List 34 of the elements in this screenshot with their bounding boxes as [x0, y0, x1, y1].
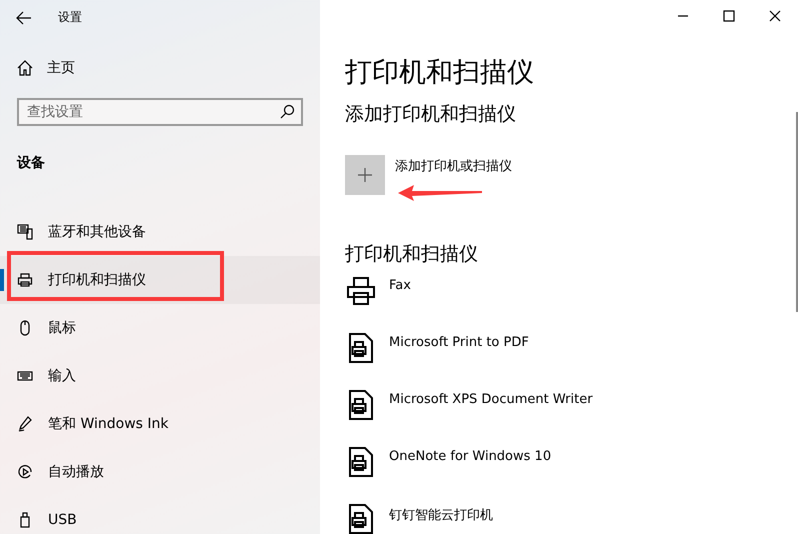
- page-title: 打印机和扫描仪: [345, 56, 535, 90]
- back-button[interactable]: [16, 10, 32, 24]
- printer-icon: [345, 275, 377, 307]
- printer-list-item[interactable]: OneNote for Windows 10: [345, 446, 798, 503]
- printer-list-item[interactable]: Microsoft Print to PDF: [345, 332, 798, 389]
- autoplay-icon: [17, 464, 33, 480]
- home-icon: [17, 60, 33, 76]
- printer-list-item[interactable]: Microsoft XPS Document Writer: [345, 389, 798, 446]
- window-title: 设置: [58, 8, 82, 26]
- home-nav-item[interactable]: 主页: [17, 56, 75, 80]
- search-icon: [279, 104, 295, 120]
- sidebar-item[interactable]: USB: [0, 496, 320, 534]
- scrollbar[interactable]: [796, 112, 798, 312]
- search-field[interactable]: 查找设置: [17, 98, 303, 126]
- selection-indicator: [0, 269, 4, 291]
- section-heading: 设备: [17, 154, 46, 172]
- pen-icon: [17, 416, 33, 432]
- plus-icon: [357, 167, 373, 183]
- close-icon: [769, 10, 781, 22]
- printer-icon: [17, 272, 33, 288]
- maximize-icon: [723, 10, 735, 22]
- add-printer-link[interactable]: 添加打印机或扫描仪: [395, 157, 512, 175]
- sidebar-item[interactable]: 鼠标: [0, 304, 320, 352]
- back-arrow-icon: [16, 10, 32, 26]
- sidebar-item[interactable]: 笔和 Windows Ink: [0, 400, 320, 448]
- printer-list-item[interactable]: Fax: [345, 275, 798, 332]
- sidebar-item[interactable]: 打印机和扫描仪: [0, 256, 320, 304]
- sidebar-item[interactable]: 自动播放: [0, 448, 320, 496]
- sidebar-item[interactable]: 输入: [0, 352, 320, 400]
- printer-list-item[interactable]: 钉钉智能云打印机: [345, 503, 798, 534]
- sidebar-item[interactable]: 蓝牙和其他设备: [0, 208, 320, 256]
- section-heading: 添加打印机和扫描仪: [345, 102, 517, 127]
- keyboard-device-icon: [17, 224, 33, 240]
- section-heading: 打印机和扫描仪: [345, 242, 479, 267]
